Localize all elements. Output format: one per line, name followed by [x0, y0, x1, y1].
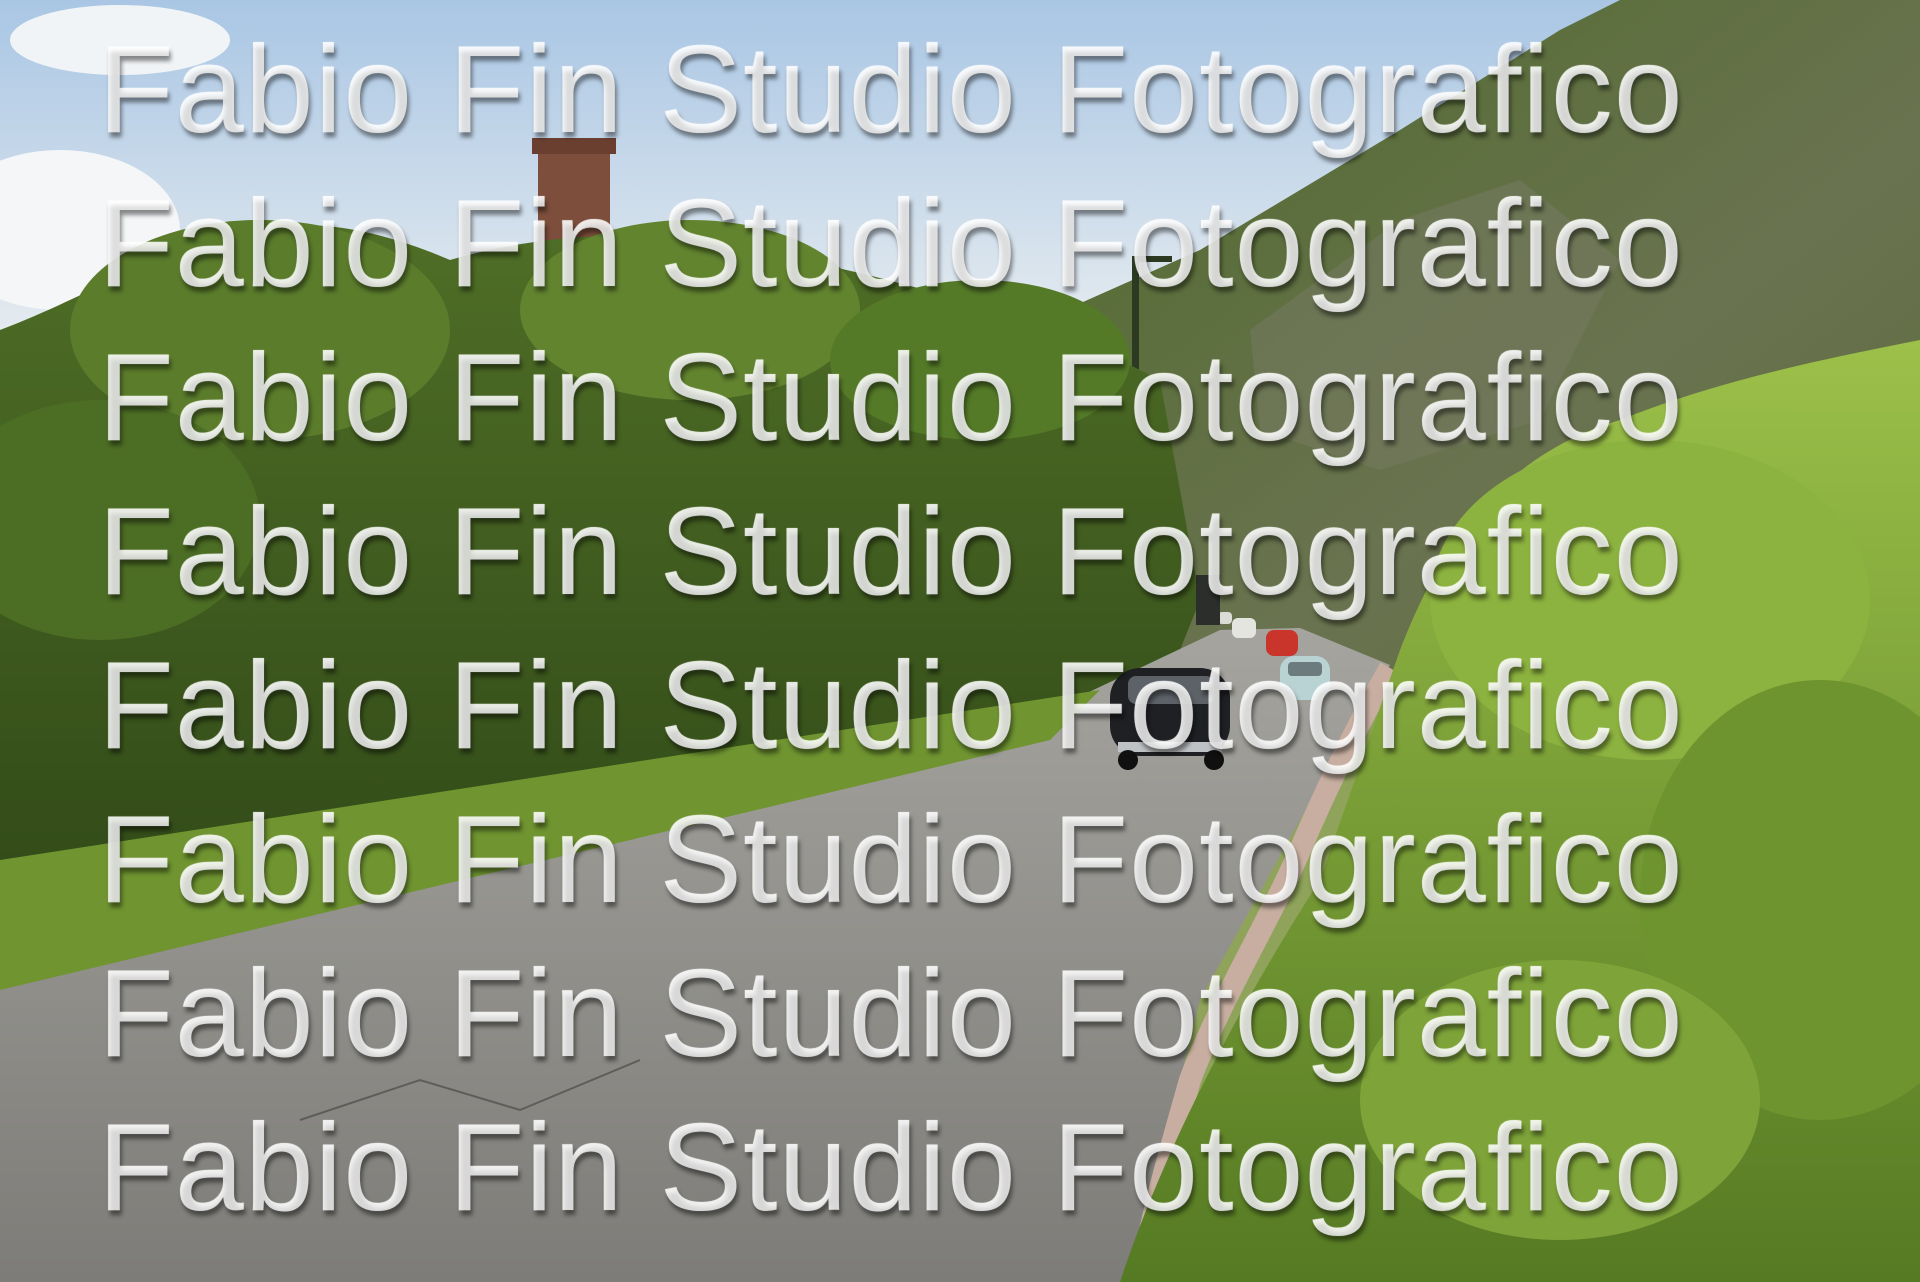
tree-canopy [520, 220, 860, 400]
car-distant [1218, 612, 1232, 624]
car-black [1110, 668, 1230, 770]
car-red [1266, 630, 1298, 656]
shrub [1360, 960, 1760, 1240]
lamp-arm [1132, 256, 1172, 262]
landscape-photo [0, 0, 1920, 1282]
tower-top [532, 138, 616, 154]
car-light-blue [1280, 656, 1330, 700]
tree-canopy [830, 280, 1130, 440]
road-sign [1196, 575, 1220, 625]
car-white-distant [1232, 618, 1256, 638]
cloud [10, 5, 230, 75]
